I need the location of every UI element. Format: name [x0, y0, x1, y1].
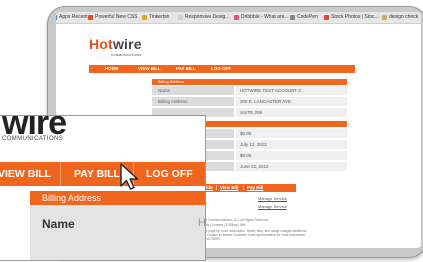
nav-home[interactable]: HOME: [105, 65, 119, 73]
nav-divider: [60, 162, 61, 186]
view-bill-link[interactable]: View Bill: [220, 184, 238, 192]
bookmark-item[interactable]: Stock Photos | Stoc...: [324, 13, 379, 22]
nav-log-off[interactable]: LOG OFF: [211, 65, 231, 73]
bookmark-icon: [88, 15, 93, 20]
main-nav: HOME VIEW BILL PAY BILL LOG OFF: [89, 65, 355, 73]
bookmark-icon: [178, 15, 183, 20]
bookmark-item[interactable]: Apps Recent: [56, 13, 88, 22]
bookmark-item[interactable]: CodePen: [290, 13, 318, 22]
bookmarks-bar: Apps Recent Powerful New CSS Tinkerbin R…: [56, 12, 421, 24]
bookmark-icon: [56, 15, 57, 20]
bookmark-icon: [382, 15, 387, 20]
billing-row: Billing Address 300 E. LANCASTER AVE: [152, 97, 347, 106]
bookmark-item[interactable]: Responsive Desig...: [178, 13, 229, 22]
manage-service-link[interactable]: Manage Service: [258, 204, 287, 209]
billing-address-header: Billing Address: [152, 79, 347, 85]
bookmark-icon: [290, 15, 295, 20]
manage-service-link[interactable]: Manage Service: [258, 196, 287, 201]
bookmark-item[interactable]: Dribbble - What are...: [234, 13, 289, 22]
zoom-name-row: Name H: [30, 205, 205, 260]
bookmark-icon: [324, 15, 329, 20]
nav-view-bill[interactable]: VIEW BILL: [138, 65, 161, 73]
pay-bill-link[interactable]: Pay Bill: [247, 184, 263, 192]
zoom-nav-pay-bill[interactable]: PAY BILL: [74, 162, 120, 186]
bookmark-item[interactable]: Powerful New CSS: [88, 13, 138, 22]
billing-row: Name HOTWIRE TEST ACCOUNT 3: [152, 86, 347, 95]
zoom-logo-tagline: COMMUNICATIONS: [2, 136, 64, 142]
zoom-nav-view-bill[interactable]: VIEW BILL: [0, 162, 51, 186]
bookmark-icon: [142, 15, 147, 20]
bookmark-icon: [234, 15, 239, 20]
bookmark-item[interactable]: Tinkerbin: [142, 13, 169, 22]
nav-pay-bill[interactable]: PAY BILL: [176, 65, 196, 73]
zoom-nav-log-off[interactable]: LOG OFF: [146, 162, 193, 186]
zoom-nav: VIEW BILL PAY BILL LOG OFF: [0, 162, 205, 186]
magnified-callout: wire COMMUNICATIONS VIEW BILL PAY BILL L…: [0, 115, 206, 261]
zoom-billing-address-header: Billing Address: [30, 191, 205, 205]
mouse-pointer-icon: [120, 163, 139, 190]
bookmark-item[interactable]: design check: [382, 13, 418, 22]
